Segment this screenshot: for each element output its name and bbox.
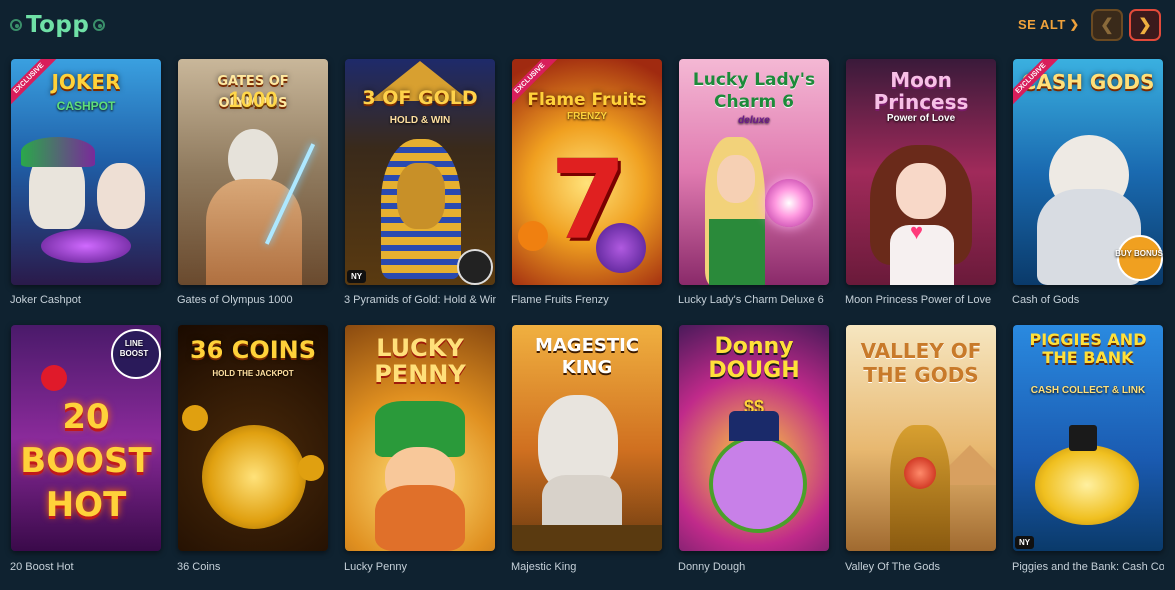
section-header: Topp SE ALT ❯ ❮ ❯ (0, 0, 1175, 52)
coin-small (182, 405, 208, 431)
chevron-left-icon: ❮ (1100, 17, 1114, 34)
grapes (596, 223, 646, 273)
game-art-subtitle: BUY BONUS (1115, 249, 1163, 258)
coin-large (202, 425, 306, 529)
see-all-link[interactable]: SE ALT ❯ (1018, 17, 1080, 32)
game-tile-cash-of-gods[interactable]: CASH GODS BUY BONUS EXCLUSIVE (1013, 59, 1163, 285)
crystal-ball (765, 179, 813, 227)
game-title[interactable]: Flame Fruits Frenzy (511, 294, 663, 306)
game-title[interactable]: 20 Boost Hot (10, 561, 162, 573)
game-art-subtitle: LINE BOOST (119, 339, 149, 358)
game-title[interactable]: Moon Princess Power of Love (845, 294, 997, 306)
game-title[interactable]: Piggies and the Bank: Cash Coll... (1012, 561, 1164, 573)
game-art-subtitle: HOLD & WIN (389, 115, 451, 126)
game-tile-lucky-penny[interactable]: LUCKY PENNY (345, 325, 495, 551)
lady-dress (709, 219, 765, 285)
glow-disc (41, 229, 131, 263)
game-art-subtitle: CASHPOT (56, 99, 116, 113)
princess-face (896, 163, 946, 219)
game-art-title: Flame Fruits (527, 90, 647, 110)
carousel-next-button[interactable]: ❯ (1129, 9, 1161, 41)
game-title[interactable]: Valley Of The Gods (845, 561, 997, 573)
game-art-subtitle: CASH COLLECT & LINK (1030, 385, 1146, 396)
game-tile-20-boost-hot[interactable]: LINE BOOST 20 BOOST HOT (11, 325, 161, 551)
section-title: Topp (26, 12, 90, 38)
game-tile-joker-cashpot[interactable]: JOKER CASHPOT EXCLUSIVE (11, 59, 161, 285)
game-tile-lucky-ladys-charm-deluxe-6[interactable]: Lucky Lady's Charm 6 deluxe (679, 59, 829, 285)
game-title[interactable]: Donny Dough (678, 561, 830, 573)
game-art-subtitle: HOLD THE JACKPOT (212, 369, 294, 378)
coin-small (298, 455, 324, 481)
game-art-title: VALLEY OF THE GODS (860, 339, 982, 387)
game-tile-majestic-king[interactable]: MAGESTIC KING (512, 325, 662, 551)
see-all-label: SE ALT (1018, 17, 1066, 32)
game-title[interactable]: Lucky Penny (344, 561, 496, 573)
game-tile-flame-fruits-frenzy[interactable]: Flame Fruits FRENZY 7 EXCLUSIVE (512, 59, 662, 285)
game-art-title: 3 OF GOLD (362, 87, 478, 109)
lady-face (717, 155, 755, 203)
joker-hat (21, 137, 95, 167)
game-art-subtitle: deluxe (738, 115, 770, 126)
game-tile-valley-of-the-gods[interactable]: VALLEY OF THE GODS (846, 325, 996, 551)
game-art-title: Moon Princess (873, 68, 969, 114)
game-tile-gates-of-olympus-1000[interactable]: GATES OF OLYMPUS 1000 (178, 59, 328, 285)
game-tile-moon-princess-power-of-love[interactable]: Moon Princess Power of Love ♥ (846, 59, 996, 285)
game-title[interactable]: 36 Coins (177, 561, 329, 573)
clover-icon (93, 19, 106, 31)
character-face (709, 435, 807, 533)
game-title[interactable]: Majestic King (511, 561, 663, 573)
clover-icon (10, 19, 22, 31)
red-orb (904, 457, 936, 489)
savanna-ground (512, 525, 662, 551)
leprechaun-beard (375, 485, 465, 551)
section-title-wrap: Topp (10, 12, 106, 38)
pharaoh-face (397, 163, 445, 229)
new-badge: NY (347, 270, 367, 283)
game-tile-3-pyramids-of-gold[interactable]: 3 OF GOLD HOLD & WIN NY (345, 59, 495, 285)
cherry-icon (41, 365, 67, 391)
game-title[interactable]: Joker Cashpot (10, 294, 162, 306)
game-art-title: 20 BOOST HOT (20, 397, 152, 525)
game-art-subtitle: FRENZY (567, 111, 607, 122)
jackpot-hunt-badge (457, 249, 493, 285)
chevron-right-icon: ❯ (1138, 17, 1152, 34)
game-art-subtitle: Power of Love (886, 113, 956, 124)
game-tile-donny-dough[interactable]: Donny DOUGH $$ (679, 325, 829, 551)
game-title[interactable]: Cash of Gods (1012, 294, 1164, 306)
buy-bonus-badge (1117, 235, 1163, 281)
orange (518, 221, 548, 251)
carousel-prev-button[interactable]: ❮ (1091, 9, 1123, 41)
piggy-bank (1035, 445, 1139, 525)
chevron-right-icon: ❯ (1069, 19, 1080, 31)
new-badge: NY (1015, 536, 1035, 549)
game-art-title: LUCKY PENNY (374, 334, 466, 388)
heart-icon: ♥ (910, 219, 924, 244)
game-art-title: 36 COINS (189, 336, 317, 364)
game-tile-piggies-and-the-bank[interactable]: PIGGIES AND THE BANK CASH COLLECT & LINK… (1013, 325, 1163, 551)
game-tile-36-coins[interactable]: 36 COINS HOLD THE JACKPOT (178, 325, 328, 551)
top-hat (729, 411, 779, 441)
game-art-title: Donny DOUGH (708, 334, 800, 383)
game-title[interactable]: 3 Pyramids of Gold: Hold & Win (344, 294, 496, 306)
game-art-subtitle: 1000 (228, 87, 278, 112)
pig-hat (1069, 425, 1097, 451)
game-title[interactable]: Lucky Lady's Charm Deluxe 6 (678, 294, 830, 306)
game-art-title: Lucky Lady's Charm 6 (692, 70, 816, 112)
game-title[interactable]: Gates of Olympus 1000 (177, 294, 329, 306)
game-art-title: PIGGIES AND THE BANK (1029, 330, 1147, 367)
clown-figure (97, 163, 145, 229)
game-art-title: MAGESTIC KING (534, 335, 640, 378)
